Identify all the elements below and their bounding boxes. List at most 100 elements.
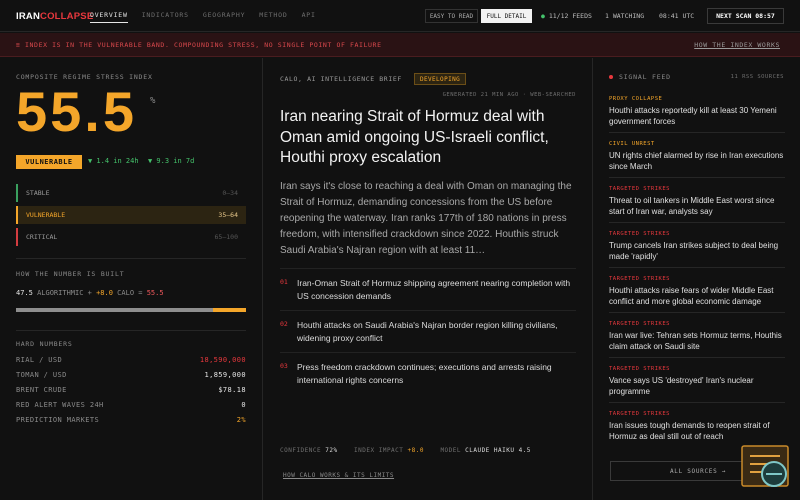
- band-vulnerable-name: VULNERABLE: [26, 211, 66, 219]
- hard-number-row: PREDICTION MARKETS 2%: [16, 416, 246, 424]
- brief-panel: CALO, AI INTELLIGENCE BRIEF DEVELOPING G…: [263, 58, 593, 500]
- clock: 08:41 UTC: [659, 12, 695, 20]
- brief-metrics: CONFIDENCE 72% INDEX IMPACT +8.0 MODEL C…: [280, 447, 531, 454]
- signal-category: TARGETED STRIKES: [609, 186, 670, 192]
- hard-numbers-label: HARD NUMBERS: [16, 340, 73, 348]
- signal-category: TARGETED STRIKES: [609, 411, 670, 417]
- live-dot-icon: [609, 75, 613, 79]
- brand-part-2: COLLAPSE: [40, 11, 94, 22]
- signal-category: TARGETED STRIKES: [609, 366, 670, 372]
- divider: [609, 267, 785, 268]
- signal-item[interactable]: TARGETED STRIKES Houthi attacks raise fe…: [609, 276, 785, 307]
- signal-text: UN rights chief alarmed by rise in Iran …: [609, 151, 784, 171]
- signal-item[interactable]: TARGETED STRIKES Iran war live: Tehran s…: [609, 321, 785, 352]
- calc-calo-label: CALO: [117, 289, 135, 297]
- brand-part-1: IRAN: [16, 11, 41, 22]
- signal-item[interactable]: TARGETED STRIKES Threat to oil tankers i…: [609, 186, 785, 217]
- divider: [609, 222, 785, 223]
- signal-text: Vance says US 'destroyed' Iran's nuclear…: [609, 376, 754, 396]
- divider: [609, 177, 785, 178]
- alert-banner: ≡ INDEX IS IN THE VULNERABLE BAND. COMPO…: [0, 33, 800, 57]
- main-nav: OVERVIEW INDICATORS GEOGRAPHY METHOD API: [90, 11, 316, 23]
- divider: [280, 310, 576, 311]
- divider: [609, 357, 785, 358]
- hard-number-value: 1,859,000: [204, 371, 246, 379]
- brief-headline: Iran nearing Strait of Hormuz deal with …: [280, 108, 549, 166]
- top-bar: IRANCOLLAPSE OVERVIEW INDICATORS GEOGRAP…: [0, 0, 800, 32]
- signal-item[interactable]: TARGETED STRIKES Trump cancels Iran stri…: [609, 231, 785, 262]
- bullet-number: 03: [280, 362, 288, 370]
- hard-number-value: 2%: [236, 416, 246, 424]
- hard-number-row: TOMAN / USD 1,859,000: [16, 371, 246, 379]
- band-stable-name: STABLE: [26, 189, 50, 197]
- confidence-value: 72%: [325, 447, 338, 454]
- impact-label: INDEX IMPACT: [354, 447, 404, 454]
- calc-algorithmic: 47.5: [16, 289, 33, 297]
- hard-number-name: TOMAN / USD: [16, 371, 67, 379]
- divider: [280, 268, 576, 269]
- band-critical: CRITICAL 65–100: [16, 228, 246, 246]
- nav-api[interactable]: API: [302, 11, 316, 23]
- signal-text: Iran war live: Tehran sets Hormuz terms,…: [609, 331, 782, 351]
- divider: [280, 352, 576, 353]
- hard-number-row: RED ALERT WAVES 24H 0: [16, 401, 246, 409]
- bullet-number: 01: [280, 278, 288, 286]
- confidence-label: CONFIDENCE: [280, 447, 322, 454]
- signal-text: Trump cancels Iran strikes subject to de…: [609, 241, 779, 261]
- delta-24h: ▼ 1.4 in 24h: [88, 157, 139, 165]
- impact-value: +8.0: [407, 447, 424, 454]
- live-dot-icon: ●: [541, 12, 545, 20]
- hard-number-row: RIAL / USD 18,590,000: [16, 356, 246, 364]
- signal-category: TARGETED STRIKES: [609, 276, 670, 282]
- bullet-text: Iran-Oman Strait of Hormuz shipping agre…: [297, 278, 571, 301]
- full-detail-toggle[interactable]: FULL DETAIL: [481, 9, 532, 23]
- developing-badge: DEVELOPING: [414, 73, 467, 85]
- nav-method[interactable]: METHOD: [259, 11, 287, 23]
- model-value: CLAUDE HAIKU 4.5: [465, 447, 531, 454]
- brand-logo[interactable]: IRANCOLLAPSE: [16, 11, 93, 22]
- divider: [609, 132, 785, 133]
- how-index-works-link[interactable]: HOW THE INDEX WORKS: [694, 41, 780, 49]
- easy-to-read-toggle[interactable]: EASY TO READ: [425, 9, 478, 23]
- band-badge: VULNERABLE: [16, 155, 82, 169]
- nav-overview[interactable]: OVERVIEW: [90, 11, 128, 23]
- hard-number-name: RED ALERT WAVES 24H: [16, 401, 104, 409]
- alert-message: ≡ INDEX IS IN THE VULNERABLE BAND. COMPO…: [16, 41, 382, 49]
- signal-category: TARGETED STRIKES: [609, 321, 670, 327]
- band-critical-name: CRITICAL: [26, 233, 58, 241]
- divider: [16, 330, 246, 331]
- nav-geography[interactable]: GEOGRAPHY: [203, 11, 245, 23]
- band-vulnerable: VULNERABLE 35–64: [16, 206, 246, 224]
- signal-item[interactable]: PROXY COLLAPSE Houthi attacks reportedly…: [609, 96, 785, 127]
- hard-number-value: 18,590,000: [199, 356, 246, 364]
- signal-item[interactable]: TARGETED STRIKES Vance says US 'destroye…: [609, 366, 785, 397]
- hard-number-name: PREDICTION MARKETS: [16, 416, 100, 424]
- feeds-status: ● 11/12 FEEDS: [541, 12, 592, 20]
- index-panel: COMPOSITE REGIME STRESS INDEX 55.5 % VUL…: [0, 58, 263, 500]
- signal-item[interactable]: TARGETED STRIKES Iran issues tough deman…: [609, 411, 785, 442]
- bullet-text: Press freedom crackdown continues; execu…: [297, 362, 552, 385]
- watching-count: 1 WATCHING: [605, 12, 645, 20]
- bullet-number: 02: [280, 320, 288, 328]
- signal-item[interactable]: CIVIL UNREST UN rights chief alarmed by …: [609, 141, 785, 172]
- band-vulnerable-range: 35–64: [218, 211, 238, 219]
- chat-widget-icon[interactable]: [740, 444, 792, 492]
- signal-category: PROXY COLLAPSE: [609, 96, 663, 102]
- hard-number-name: RIAL / USD: [16, 356, 63, 364]
- index-unit: %: [150, 96, 156, 106]
- hard-number-value: 0: [241, 401, 246, 409]
- calc-equals: =: [138, 289, 143, 297]
- calc-total: 55.5: [146, 289, 164, 297]
- nav-indicators[interactable]: INDICATORS: [142, 11, 189, 23]
- algorithmic-segment: [16, 308, 213, 312]
- calo-segment: [212, 308, 246, 312]
- how-calo-works-link[interactable]: HOW CALO WORKS & ITS LIMITS: [283, 472, 394, 479]
- divider: [16, 258, 246, 259]
- calc-formula: 47.5 ALGORITHMIC + +8.0 CALO = 55.5: [16, 289, 164, 297]
- calc-algorithmic-label: ALGORITHMIC: [37, 289, 84, 297]
- calc-label: HOW THE NUMBER IS BUILT: [16, 270, 125, 278]
- delta-7d: ▼ 9.3 in 7d: [148, 157, 195, 165]
- next-scan-indicator[interactable]: NEXT SCAN 08:57: [707, 8, 784, 24]
- model-label: MODEL: [440, 447, 461, 454]
- calc-stack-bar: [16, 308, 246, 312]
